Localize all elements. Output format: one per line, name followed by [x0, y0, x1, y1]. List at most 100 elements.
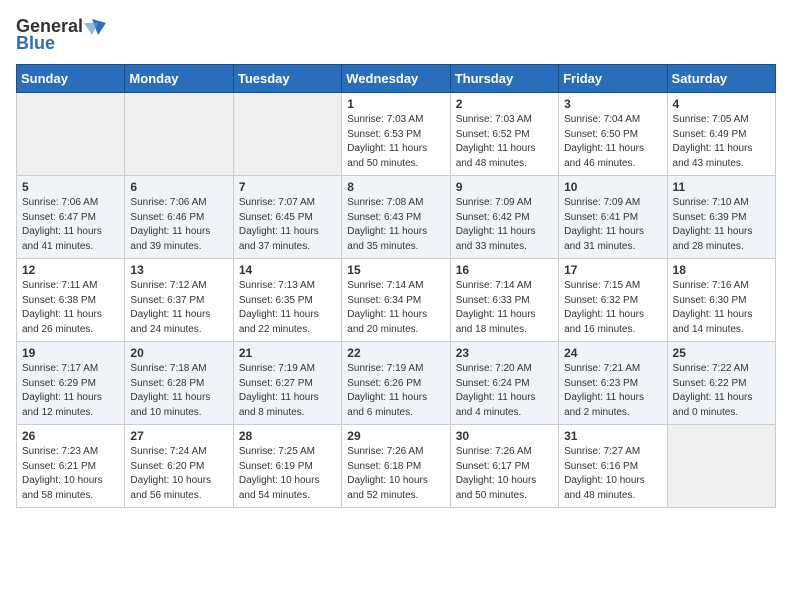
calendar-cell: 6 Sunrise: 7:06 AMSunset: 6:46 PMDaylight… [125, 176, 233, 259]
day-number: 6 [130, 180, 227, 194]
day-header-monday: Monday [125, 65, 233, 93]
calendar-cell: 9 Sunrise: 7:09 AMSunset: 6:42 PMDaylight… [450, 176, 558, 259]
cell-content: Sunrise: 7:03 AMSunset: 6:53 PMDaylight:… [347, 113, 444, 171]
calendar-cell: 13 Sunrise: 7:12 AMSunset: 6:37 PMDayligh… [125, 259, 233, 342]
cell-content: Sunrise: 7:06 AMSunset: 6:47 PMDaylight:… [22, 196, 119, 254]
day-number: 20 [130, 346, 227, 360]
cell-content: Sunrise: 7:04 AMSunset: 6:50 PMDaylight:… [564, 113, 661, 171]
cell-content: Sunrise: 7:06 AMSunset: 6:46 PMDaylight:… [130, 196, 227, 254]
day-number: 18 [673, 263, 770, 277]
logo: General Blue [16, 16, 107, 54]
page-header: General Blue [16, 16, 776, 54]
day-number: 27 [130, 429, 227, 443]
day-header-tuesday: Tuesday [233, 65, 341, 93]
day-number: 2 [456, 97, 553, 111]
day-number: 11 [673, 180, 770, 194]
calendar-table: SundayMondayTuesdayWednesdayThursdayFrid… [16, 64, 776, 508]
day-number: 23 [456, 346, 553, 360]
day-header-sunday: Sunday [17, 65, 125, 93]
day-number: 17 [564, 263, 661, 277]
calendar-cell: 11 Sunrise: 7:10 AMSunset: 6:39 PMDayligh… [667, 176, 775, 259]
day-number: 22 [347, 346, 444, 360]
cell-content: Sunrise: 7:25 AMSunset: 6:19 PMDaylight:… [239, 445, 336, 503]
cell-content: Sunrise: 7:27 AMSunset: 6:16 PMDaylight:… [564, 445, 661, 503]
calendar-cell: 10Sunrise: 7:09 AMSunset: 6:41 PMDayligh… [559, 176, 667, 259]
calendar-cell: 21Sunrise: 7:19 AMSunset: 6:27 PMDayligh… [233, 342, 341, 425]
cell-content: Sunrise: 7:10 AMSunset: 6:39 PMDaylight:… [673, 196, 770, 254]
day-number: 19 [22, 346, 119, 360]
calendar-cell: 23 Sunrise: 7:20 AMSunset: 6:24 PMDayligh… [450, 342, 558, 425]
day-number: 29 [347, 429, 444, 443]
cell-content: Sunrise: 7:11 AMSunset: 6:38 PMDaylight:… [22, 279, 119, 337]
day-number: 24 [564, 346, 661, 360]
cell-content: Sunrise: 7:09 AMSunset: 6:42 PMDaylight:… [456, 196, 553, 254]
calendar-cell: 7 Sunrise: 7:07 AMSunset: 6:45 PMDaylight… [233, 176, 341, 259]
day-number: 4 [673, 97, 770, 111]
day-header-thursday: Thursday [450, 65, 558, 93]
cell-content: Sunrise: 7:26 AMSunset: 6:18 PMDaylight:… [347, 445, 444, 503]
cell-content: Sunrise: 7:22 AMSunset: 6:22 PMDaylight:… [673, 362, 770, 420]
cell-content: Sunrise: 7:21 AMSunset: 6:23 PMDaylight:… [564, 362, 661, 420]
day-number: 14 [239, 263, 336, 277]
day-header-saturday: Saturday [667, 65, 775, 93]
calendar-cell: 4 Sunrise: 7:05 AMSunset: 6:49 PMDaylight… [667, 93, 775, 176]
cell-content: Sunrise: 7:23 AMSunset: 6:21 PMDaylight:… [22, 445, 119, 503]
cell-content: Sunrise: 7:16 AMSunset: 6:30 PMDaylight:… [673, 279, 770, 337]
day-number: 16 [456, 263, 553, 277]
calendar-cell: 3Sunrise: 7:04 AMSunset: 6:50 PMDaylight… [559, 93, 667, 176]
day-header-friday: Friday [559, 65, 667, 93]
cell-content: Sunrise: 7:13 AMSunset: 6:35 PMDaylight:… [239, 279, 336, 337]
calendar-cell: 28Sunrise: 7:25 AMSunset: 6:19 PMDayligh… [233, 425, 341, 508]
calendar-cell: 5 Sunrise: 7:06 AMSunset: 6:47 PMDaylight… [17, 176, 125, 259]
day-number: 1 [347, 97, 444, 111]
cell-content: Sunrise: 7:05 AMSunset: 6:49 PMDaylight:… [673, 113, 770, 171]
calendar-cell: 2Sunrise: 7:03 AMSunset: 6:52 PMDaylight… [450, 93, 558, 176]
day-number: 12 [22, 263, 119, 277]
calendar-cell: 8 Sunrise: 7:08 AMSunset: 6:43 PMDaylight… [342, 176, 450, 259]
calendar-cell: 17Sunrise: 7:15 AMSunset: 6:32 PMDayligh… [559, 259, 667, 342]
calendar-cell [125, 93, 233, 176]
calendar-cell: 24 Sunrise: 7:21 AMSunset: 6:23 PMDayligh… [559, 342, 667, 425]
calendar-week-1: 1 Sunrise: 7:03 AMSunset: 6:53 PMDaylight… [17, 93, 776, 176]
calendar-week-2: 5 Sunrise: 7:06 AMSunset: 6:47 PMDaylight… [17, 176, 776, 259]
calendar-week-4: 19 Sunrise: 7:17 AMSunset: 6:29 PMDayligh… [17, 342, 776, 425]
cell-content: Sunrise: 7:08 AMSunset: 6:43 PMDaylight:… [347, 196, 444, 254]
day-number: 30 [456, 429, 553, 443]
calendar-cell: 31Sunrise: 7:27 AMSunset: 6:16 PMDayligh… [559, 425, 667, 508]
calendar-week-5: 26Sunrise: 7:23 AMSunset: 6:21 PMDayligh… [17, 425, 776, 508]
calendar-cell: 20Sunrise: 7:18 AMSunset: 6:28 PMDayligh… [125, 342, 233, 425]
calendar-cell: 1 Sunrise: 7:03 AMSunset: 6:53 PMDaylight… [342, 93, 450, 176]
cell-content: Sunrise: 7:14 AMSunset: 6:33 PMDaylight:… [456, 279, 553, 337]
cell-content: Sunrise: 7:20 AMSunset: 6:24 PMDaylight:… [456, 362, 553, 420]
calendar-cell: 16 Sunrise: 7:14 AMSunset: 6:33 PMDayligh… [450, 259, 558, 342]
calendar-cell: 26Sunrise: 7:23 AMSunset: 6:21 PMDayligh… [17, 425, 125, 508]
calendar-cell: 14 Sunrise: 7:13 AMSunset: 6:35 PMDayligh… [233, 259, 341, 342]
cell-content: Sunrise: 7:07 AMSunset: 6:45 PMDaylight:… [239, 196, 336, 254]
cell-content: Sunrise: 7:14 AMSunset: 6:34 PMDaylight:… [347, 279, 444, 337]
calendar-cell: 12 Sunrise: 7:11 AMSunset: 6:38 PMDayligh… [17, 259, 125, 342]
calendar-cell: 15 Sunrise: 7:14 AMSunset: 6:34 PMDayligh… [342, 259, 450, 342]
cell-content: Sunrise: 7:19 AMSunset: 6:26 PMDaylight:… [347, 362, 444, 420]
calendar-cell [17, 93, 125, 176]
cell-content: Sunrise: 7:24 AMSunset: 6:20 PMDaylight:… [130, 445, 227, 503]
day-header-wednesday: Wednesday [342, 65, 450, 93]
day-number: 9 [456, 180, 553, 194]
cell-content: Sunrise: 7:26 AMSunset: 6:17 PMDaylight:… [456, 445, 553, 503]
calendar-cell: 22 Sunrise: 7:19 AMSunset: 6:26 PMDayligh… [342, 342, 450, 425]
day-number: 15 [347, 263, 444, 277]
calendar-cell [667, 425, 775, 508]
cell-content: Sunrise: 7:12 AMSunset: 6:37 PMDaylight:… [130, 279, 227, 337]
cell-content: Sunrise: 7:17 AMSunset: 6:29 PMDaylight:… [22, 362, 119, 420]
calendar-cell: 19 Sunrise: 7:17 AMSunset: 6:29 PMDayligh… [17, 342, 125, 425]
calendar-cell: 25Sunrise: 7:22 AMSunset: 6:22 PMDayligh… [667, 342, 775, 425]
day-number: 8 [347, 180, 444, 194]
day-number: 7 [239, 180, 336, 194]
day-number: 13 [130, 263, 227, 277]
day-number: 10 [564, 180, 661, 194]
calendar-header-row: SundayMondayTuesdayWednesdayThursdayFrid… [17, 65, 776, 93]
day-number: 5 [22, 180, 119, 194]
day-number: 21 [239, 346, 336, 360]
calendar-cell: 29 Sunrise: 7:26 AMSunset: 6:18 PMDayligh… [342, 425, 450, 508]
logo-icon [84, 19, 106, 35]
calendar-cell [233, 93, 341, 176]
